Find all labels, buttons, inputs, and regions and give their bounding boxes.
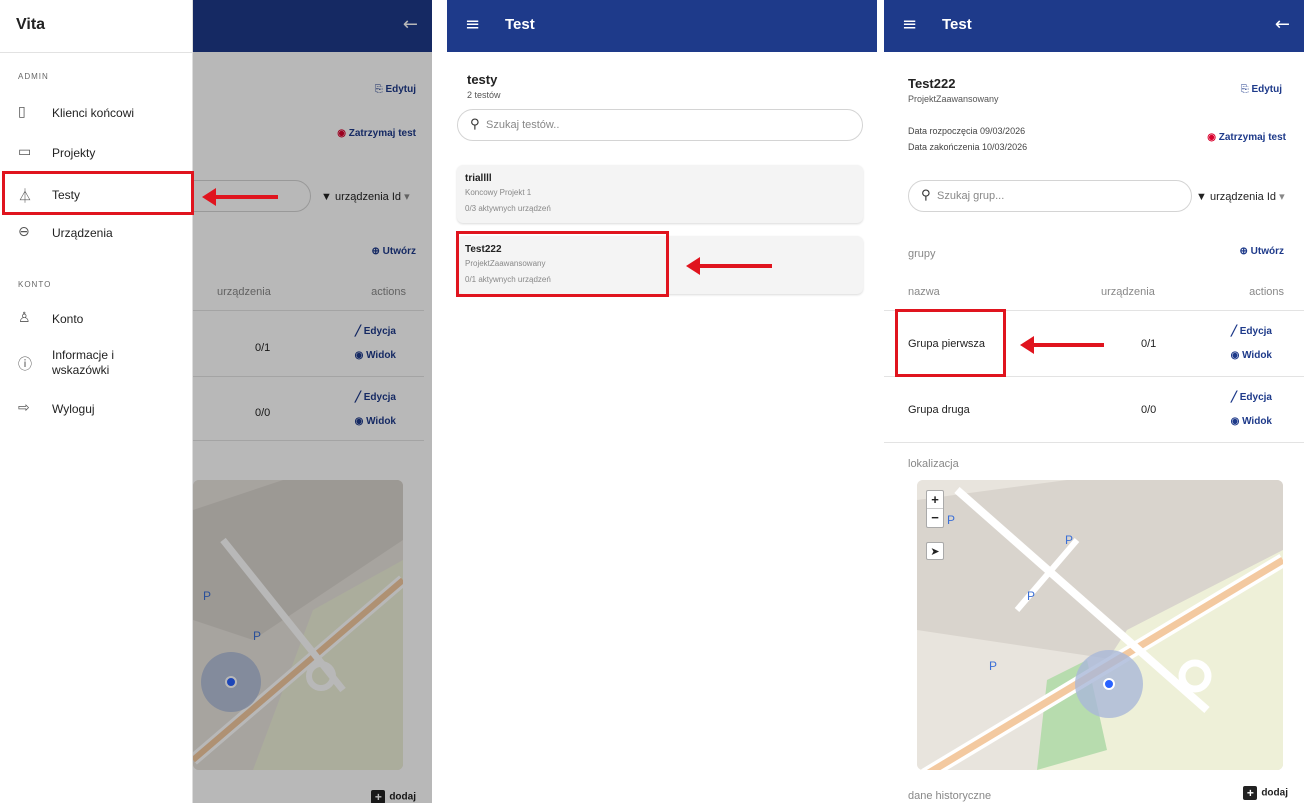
back-arrow-icon[interactable]: ← [1275, 14, 1290, 35]
screen-test-details: ≡ Test ← Test222 ProjektZaawansowany ⎘ E… [884, 0, 1304, 803]
device-filter[interactable]: ▼ urządzenia Id ▾ [1196, 190, 1285, 203]
end-date: Data zakończenia 10/03/2026 [908, 142, 1028, 152]
menu-icon[interactable]: ≡ [902, 16, 917, 34]
search-icon: ⚲ [470, 117, 480, 132]
test-search-input[interactable]: ⚲ Szukaj testów.. [457, 109, 863, 141]
folder-icon: ▭ [18, 144, 32, 160]
highlight-arrow [202, 188, 278, 206]
group-name: Grupa druga [908, 404, 970, 416]
groups-label: grupy [908, 248, 936, 260]
edit-link[interactable]: ⎘ Edytuj [1241, 84, 1282, 95]
highlight-box [2, 171, 194, 215]
building-icon: ▯ [18, 104, 26, 120]
drawer-item-info[interactable]: ⓘ Informacje i wskazówki [0, 342, 193, 384]
map-tiles: P P P P [917, 480, 1283, 770]
group-devices: 0/1 [1141, 338, 1157, 350]
svg-text:P: P [1027, 589, 1035, 603]
create-link[interactable]: ⊕ Utwórz [1239, 246, 1284, 257]
svg-text:P: P [989, 659, 997, 673]
column-header-devices: urządzenia [1101, 286, 1155, 298]
column-header-name: nazwa [908, 286, 940, 298]
app-bar: ≡ Test [447, 0, 877, 52]
test-card[interactable]: triallll Koncowy Projekt 1 0/3 aktywnych… [457, 165, 863, 223]
app-bar-title: Test [505, 16, 535, 33]
link-icon: ⊖ [18, 224, 30, 240]
svg-text:P: P [947, 513, 955, 527]
menu-icon[interactable]: ≡ [465, 16, 480, 34]
test-name: Test222 [908, 76, 956, 91]
search-icon: ⚲ [921, 188, 931, 203]
section-konto: KONTO [18, 280, 52, 289]
divider [884, 442, 1304, 443]
row-edit-link[interactable]: ╱ Edycja [1231, 326, 1272, 337]
drawer-title: Vita [16, 16, 46, 33]
location-label: lokalizacja [908, 458, 959, 470]
logout-icon: ⇨ [18, 400, 30, 416]
zoom-in-button[interactable]: + [927, 491, 943, 509]
row-edit-link[interactable]: ╱ Edycja [1231, 392, 1272, 403]
drawer-item-devices[interactable]: ⊖ Urządzenia [0, 216, 193, 252]
zoom-out-button[interactable]: − [927, 509, 943, 527]
section-admin: ADMIN [18, 72, 49, 81]
test-project: ProjektZaawansowany [908, 94, 999, 104]
highlight-box [456, 231, 669, 297]
row-view-link[interactable]: ◉ Widok [1231, 350, 1272, 361]
highlight-box [895, 309, 1006, 377]
drawer-item-account[interactable]: ♙ Konto [0, 302, 193, 338]
column-header-actions: actions [1249, 286, 1284, 298]
highlight-arrow [1020, 336, 1104, 354]
drawer-item-projects[interactable]: ▭ Projekty [0, 136, 193, 172]
app-bar-title: Test [942, 16, 972, 33]
screen-test-details-with-drawer: ← ⎘ Edytuj ◉ Zatrzymaj test ▼ urządzenia… [0, 0, 432, 803]
row-view-link[interactable]: ◉ Widok [1231, 416, 1272, 427]
drawer-item-clients[interactable]: ▯ Klienci końcowi [0, 96, 193, 132]
stop-test-link[interactable]: ◉ Zatrzymaj test [1207, 132, 1286, 143]
info-icon: ⓘ [18, 357, 32, 373]
location-map[interactable]: P P P P + − ➤ [917, 480, 1283, 770]
zoom-control: + − [926, 490, 944, 528]
screen-tests-list: ≡ Test testy 2 testów ⚲ Szukaj testów.. … [447, 0, 877, 803]
divider [0, 52, 193, 53]
drawer-item-logout[interactable]: ⇨ Wyloguj [0, 392, 193, 428]
app-bar: ≡ Test ← [884, 0, 1304, 52]
page-title: testy [467, 72, 498, 87]
svg-text:P: P [1065, 533, 1073, 547]
locate-icon[interactable]: ➤ [926, 542, 944, 560]
navigation-drawer: Vita ADMIN ▯ Klienci końcowi ▭ Projekty … [0, 0, 193, 803]
user-icon: ♙ [18, 310, 31, 326]
history-label: dane historyczne [908, 790, 992, 802]
group-devices: 0/0 [1141, 404, 1157, 416]
test-count: 2 testów [467, 90, 501, 100]
group-search-input[interactable]: ⚲ Szukaj grup... [908, 180, 1192, 212]
highlight-arrow [686, 257, 772, 275]
start-date: Data rozpoczęcia 09/03/2026 [908, 126, 1026, 136]
drawer-scrim[interactable] [193, 0, 432, 803]
add-button[interactable]: + dodaj [1243, 786, 1288, 800]
